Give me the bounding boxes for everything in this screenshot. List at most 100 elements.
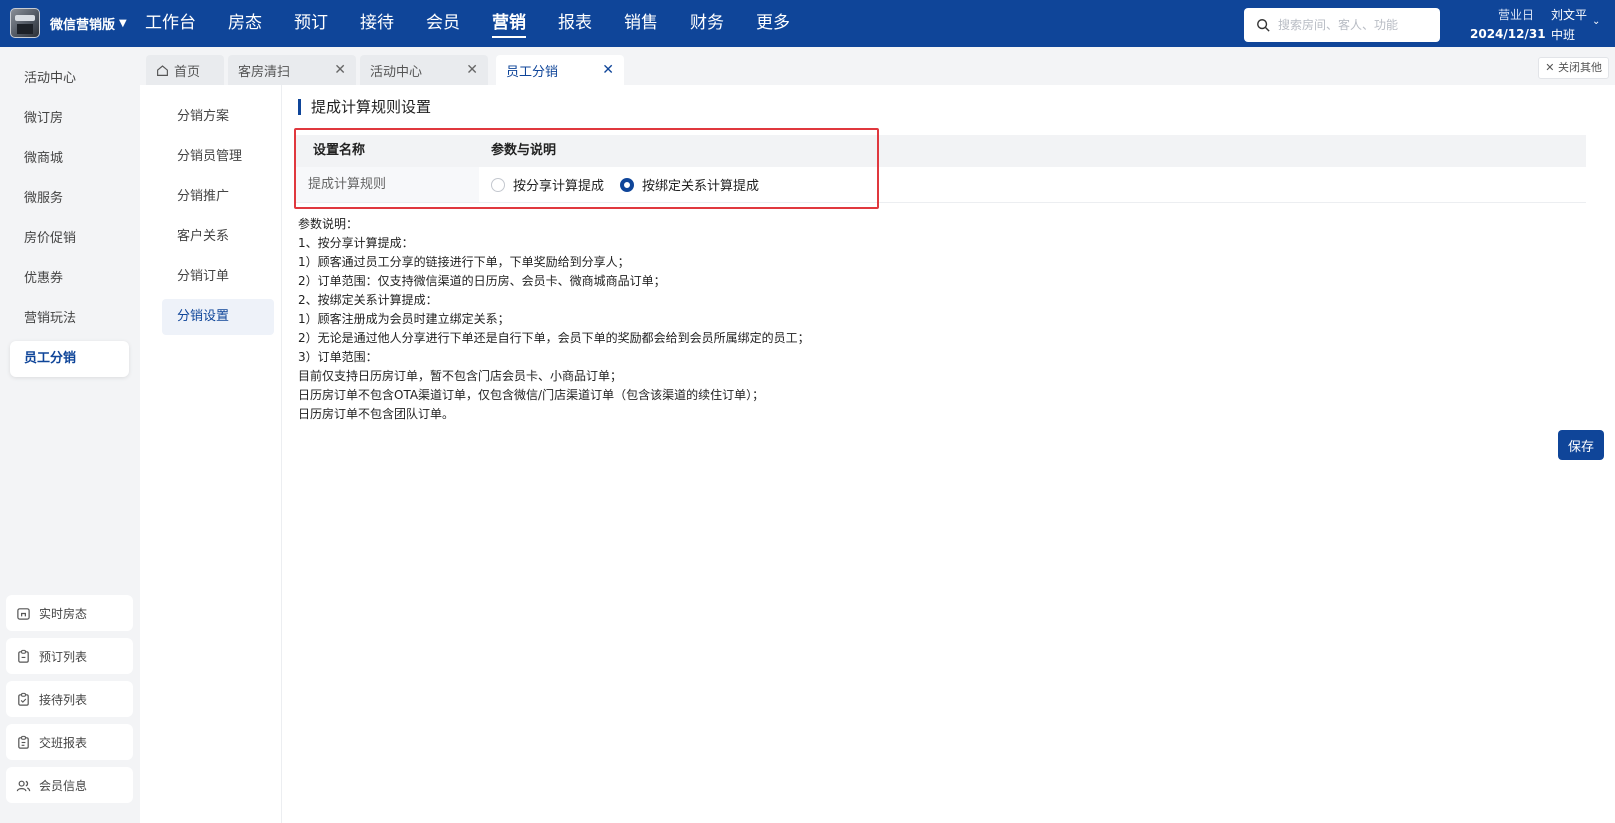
description-line: 参数说明： xyxy=(298,217,359,231)
table-header: 设置名称 参数与说明 xyxy=(296,135,1586,167)
close-icon[interactable]: ✕ xyxy=(602,62,614,78)
home-icon xyxy=(157,64,168,76)
parameter-description: 参数说明： 1、按分享计算提成： 1）顾客通过员工分享的链接进行下单，下单奖励给… xyxy=(298,215,810,424)
quick-link-room-status[interactable]: 实时房态 xyxy=(6,595,133,631)
nav-item-member[interactable]: 会员 xyxy=(426,0,460,47)
quick-link-shift-report[interactable]: 交班报表 xyxy=(6,724,133,760)
description-line: 1、按分享计算提成： xyxy=(298,236,414,250)
user-menu[interactable]: 刘文平 中班 xyxy=(1551,6,1587,43)
row-label: 提成计算规则 xyxy=(296,167,479,202)
chevron-down-icon: ▼ xyxy=(119,18,127,29)
radio-circle-icon xyxy=(491,177,505,192)
close-icon[interactable]: ✕ xyxy=(466,62,478,78)
quick-link-reception-list[interactable]: 接待列表 xyxy=(6,681,133,717)
chevron-down-icon[interactable]: ⌄ xyxy=(1592,16,1600,27)
app-logo xyxy=(10,8,40,38)
commission-rule-options: 按分享计算提成 按绑定关系计算提成 xyxy=(479,167,1586,202)
radio-by-binding[interactable]: 按绑定关系计算提成 xyxy=(620,175,759,194)
sidebar-item-marketing-games[interactable]: 营销玩法 xyxy=(10,301,129,337)
app-switcher[interactable]: 微信营销版 ▼ xyxy=(50,14,127,33)
clipboard-icon xyxy=(18,649,29,663)
tab-label: 活动中心 xyxy=(370,64,423,80)
sidebar-item-activity-center[interactable]: 活动中心 xyxy=(10,61,129,97)
column-header-setting-name: 设置名称 xyxy=(313,143,366,158)
quick-link-member-info[interactable]: 会员信息 xyxy=(6,767,133,803)
quick-link-label: 会员信息 xyxy=(39,778,88,793)
quick-link-label: 预订列表 xyxy=(39,649,88,664)
description-line: 1）顾客通过员工分享的链接进行下单，下单奖励给到分享人； xyxy=(298,255,630,269)
settings-table: 设置名称 参数与说明 提成计算规则 按分享计算提成 按绑定关系计算提成 xyxy=(296,135,1586,203)
sidebar-item-coupons[interactable]: 优惠券 xyxy=(10,261,129,297)
subnav-item-distribution-orders[interactable]: 分销订单 xyxy=(162,259,274,295)
tab-label: 员工分销 xyxy=(506,64,559,80)
distribution-subnav: 分销方案 分销员管理 分销推广 客户关系 分销订单 分销设置 xyxy=(140,85,282,823)
nav-item-reception[interactable]: 接待 xyxy=(360,0,394,47)
sidebar-item-staff-distribution[interactable]: 员工分销 xyxy=(10,341,129,377)
report-icon xyxy=(18,735,29,749)
close-others-label: 关闭其他 xyxy=(1558,61,1602,74)
sidebar-item-wechat-booking[interactable]: 微订房 xyxy=(10,101,129,137)
nav-item-room-status[interactable]: 房态 xyxy=(228,0,262,47)
nav-item-workbench[interactable]: 工作台 xyxy=(145,0,196,47)
main-panel: 分销方案 分销员管理 分销推广 客户关系 分销订单 分销设置 提成计算规则设置 … xyxy=(140,85,1615,823)
radio-by-share[interactable]: 按分享计算提成 xyxy=(491,175,604,194)
description-line: 2）订单范围：仅支持微信渠道的日历房、会员卡、微商城商品订单； xyxy=(298,274,666,288)
description-line: 2、按绑定关系计算提成： xyxy=(298,293,438,307)
business-day: 营业日 2024/12/31 xyxy=(1470,6,1546,41)
quick-link-label: 接待列表 xyxy=(39,692,88,707)
radio-checked-icon xyxy=(620,177,635,192)
settings-content: 提成计算规则设置 设置名称 参数与说明 提成计算规则 按分享计算提成 按绑定关系… xyxy=(282,85,1615,823)
radio-label: 按绑定关系计算提成 xyxy=(642,179,760,194)
user-name: 刘文平 xyxy=(1551,8,1588,22)
search-input[interactable] xyxy=(1278,18,1428,32)
tab-label: 客房清扫 xyxy=(238,64,291,80)
tab-activity-center[interactable]: 活动中心 ✕ xyxy=(360,55,488,85)
tab-label: 首页 xyxy=(174,64,201,80)
nav-item-marketing[interactable]: 营销 xyxy=(492,0,526,47)
user-shift: 中班 xyxy=(1551,28,1576,42)
nav-item-reports[interactable]: 报表 xyxy=(558,0,592,47)
description-line: 2）无论是通过他人分享进行下单还是自行下单，会员下单的奖励都会给到会员所属绑定的… xyxy=(298,331,810,345)
tab-home[interactable]: 首页 xyxy=(146,55,224,85)
nav-item-sales[interactable]: 销售 xyxy=(624,0,658,47)
tab-room-cleaning[interactable]: 客房清扫 ✕ xyxy=(228,55,356,85)
subnav-item-customer-relations[interactable]: 客户关系 xyxy=(162,219,274,255)
description-line: 1）顾客注册成为会员时建立绑定关系； xyxy=(298,312,510,326)
radio-label: 按分享计算提成 xyxy=(513,179,605,194)
section-title: 提成计算规则设置 xyxy=(298,99,431,115)
quick-link-label: 实时房态 xyxy=(39,606,88,621)
save-button[interactable]: 保存 xyxy=(1558,430,1604,460)
page-tabs: 首页 客房清扫 ✕ 活动中心 ✕ 员工分销 ✕ ✕ 关闭其他 xyxy=(140,47,1615,85)
description-line: 目前仅支持日历房订单，暂不包含门店会员卡、小商品订单； xyxy=(298,369,623,383)
main-nav: 工作台 房态 预订 接待 会员 营销 报表 销售 财务 更多 xyxy=(145,0,822,47)
sidebar-item-wechat-service[interactable]: 微服务 xyxy=(10,181,129,217)
description-line: 日历房订单不包含团队订单。 xyxy=(298,407,455,421)
business-day-date: 2024/12/31 xyxy=(1470,27,1546,41)
left-sidebar: 活动中心 微订房 微商城 微服务 房价促销 优惠券 营销玩法 员工分销 实时房态… xyxy=(0,47,140,823)
close-icon: ✕ xyxy=(1545,61,1555,74)
subnav-item-distribution-settings[interactable]: 分销设置 xyxy=(162,299,274,335)
clipboard-check-icon xyxy=(18,692,29,706)
quick-link-label: 交班报表 xyxy=(39,735,88,750)
sidebar-item-rate-promo[interactable]: 房价促销 xyxy=(10,221,129,257)
subnav-item-distributor-management[interactable]: 分销员管理 xyxy=(162,139,274,175)
nav-item-finance[interactable]: 财务 xyxy=(690,0,724,47)
close-others-button[interactable]: ✕ 关闭其他 xyxy=(1538,57,1609,79)
nav-item-booking[interactable]: 预订 xyxy=(294,0,328,47)
search-icon xyxy=(1257,19,1270,32)
table-row: 提成计算规则 按分享计算提成 按绑定关系计算提成 xyxy=(296,167,1586,203)
sidebar-item-wechat-mall[interactable]: 微商城 xyxy=(10,141,129,177)
column-header-params: 参数与说明 xyxy=(491,143,557,158)
subnav-item-distribution-promotion[interactable]: 分销推广 xyxy=(162,179,274,215)
quick-link-booking-list[interactable]: 预订列表 xyxy=(6,638,133,674)
app-name: 微信营销版 xyxy=(50,18,116,33)
subnav-item-distribution-plan[interactable]: 分销方案 xyxy=(162,99,274,135)
close-icon[interactable]: ✕ xyxy=(334,62,346,78)
business-day-label: 营业日 xyxy=(1497,8,1534,22)
description-line: 3）订单范围： xyxy=(298,350,378,364)
global-search[interactable] xyxy=(1244,8,1440,42)
top-bar: 微信营销版 ▼ 工作台 房态 预订 接待 会员 营销 报表 销售 财务 更多 营… xyxy=(0,0,1615,47)
tab-staff-distribution[interactable]: 员工分销 ✕ xyxy=(496,55,624,85)
house-icon xyxy=(17,607,30,620)
nav-item-more[interactable]: 更多 xyxy=(756,0,790,47)
